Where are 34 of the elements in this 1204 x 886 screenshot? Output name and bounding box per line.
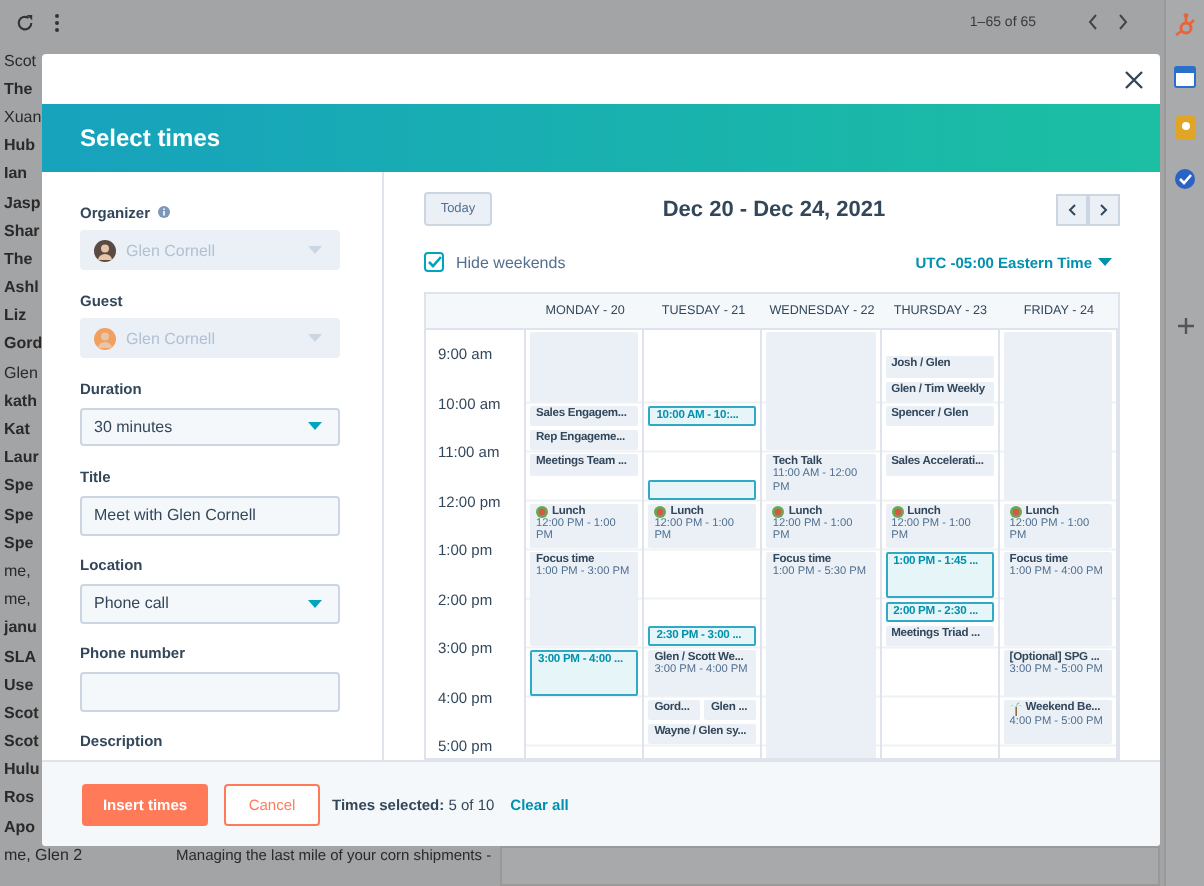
checkbox-label: Hide weekends [456,253,568,271]
calendar-icon[interactable] [1174,66,1196,88]
dialog-title: Select times [80,124,221,152]
refresh-icon[interactable] [16,13,34,31]
caret-icon [308,422,322,431]
date-range: Dec 20 - Dec 24, 2021 [660,197,888,221]
close-icon[interactable] [1124,69,1144,89]
plus-icon[interactable] [1177,318,1193,334]
caret-icon [1098,258,1112,266]
caret-icon [308,334,322,343]
select-field[interactable]: 30 minutes [80,407,340,447]
text-field[interactable]: Meet with Glen Cornell [80,495,340,535]
chevron-left-icon [1068,203,1076,215]
caret-icon [308,599,322,608]
task-check-icon[interactable] [1174,168,1196,190]
email-sender[interactable]: me, Glen 2 [4,845,176,864]
more-icon[interactable] [54,13,60,31]
next-week-button[interactable] [1088,193,1120,225]
hide-weekends-checkbox[interactable] [424,252,444,272]
lunch-icon [654,505,667,518]
select-field[interactable]: Phone call [80,583,340,624]
previous-week-button[interactable] [1056,193,1088,225]
lunch-icon [536,505,548,518]
chevron-right-icon[interactable] [1118,14,1128,30]
lightbulb-icon[interactable] [1175,116,1195,140]
chevron-left-icon[interactable] [1088,14,1098,30]
caret-icon [308,246,322,255]
chevron-right-icon [1100,203,1108,215]
palm-tree-icon [1009,701,1022,716]
lunch-icon [1009,505,1022,518]
text-field[interactable] [80,671,340,712]
selected-time-slot[interactable] [648,479,757,500]
lunch-icon [772,505,785,518]
lunch-icon [891,505,904,518]
